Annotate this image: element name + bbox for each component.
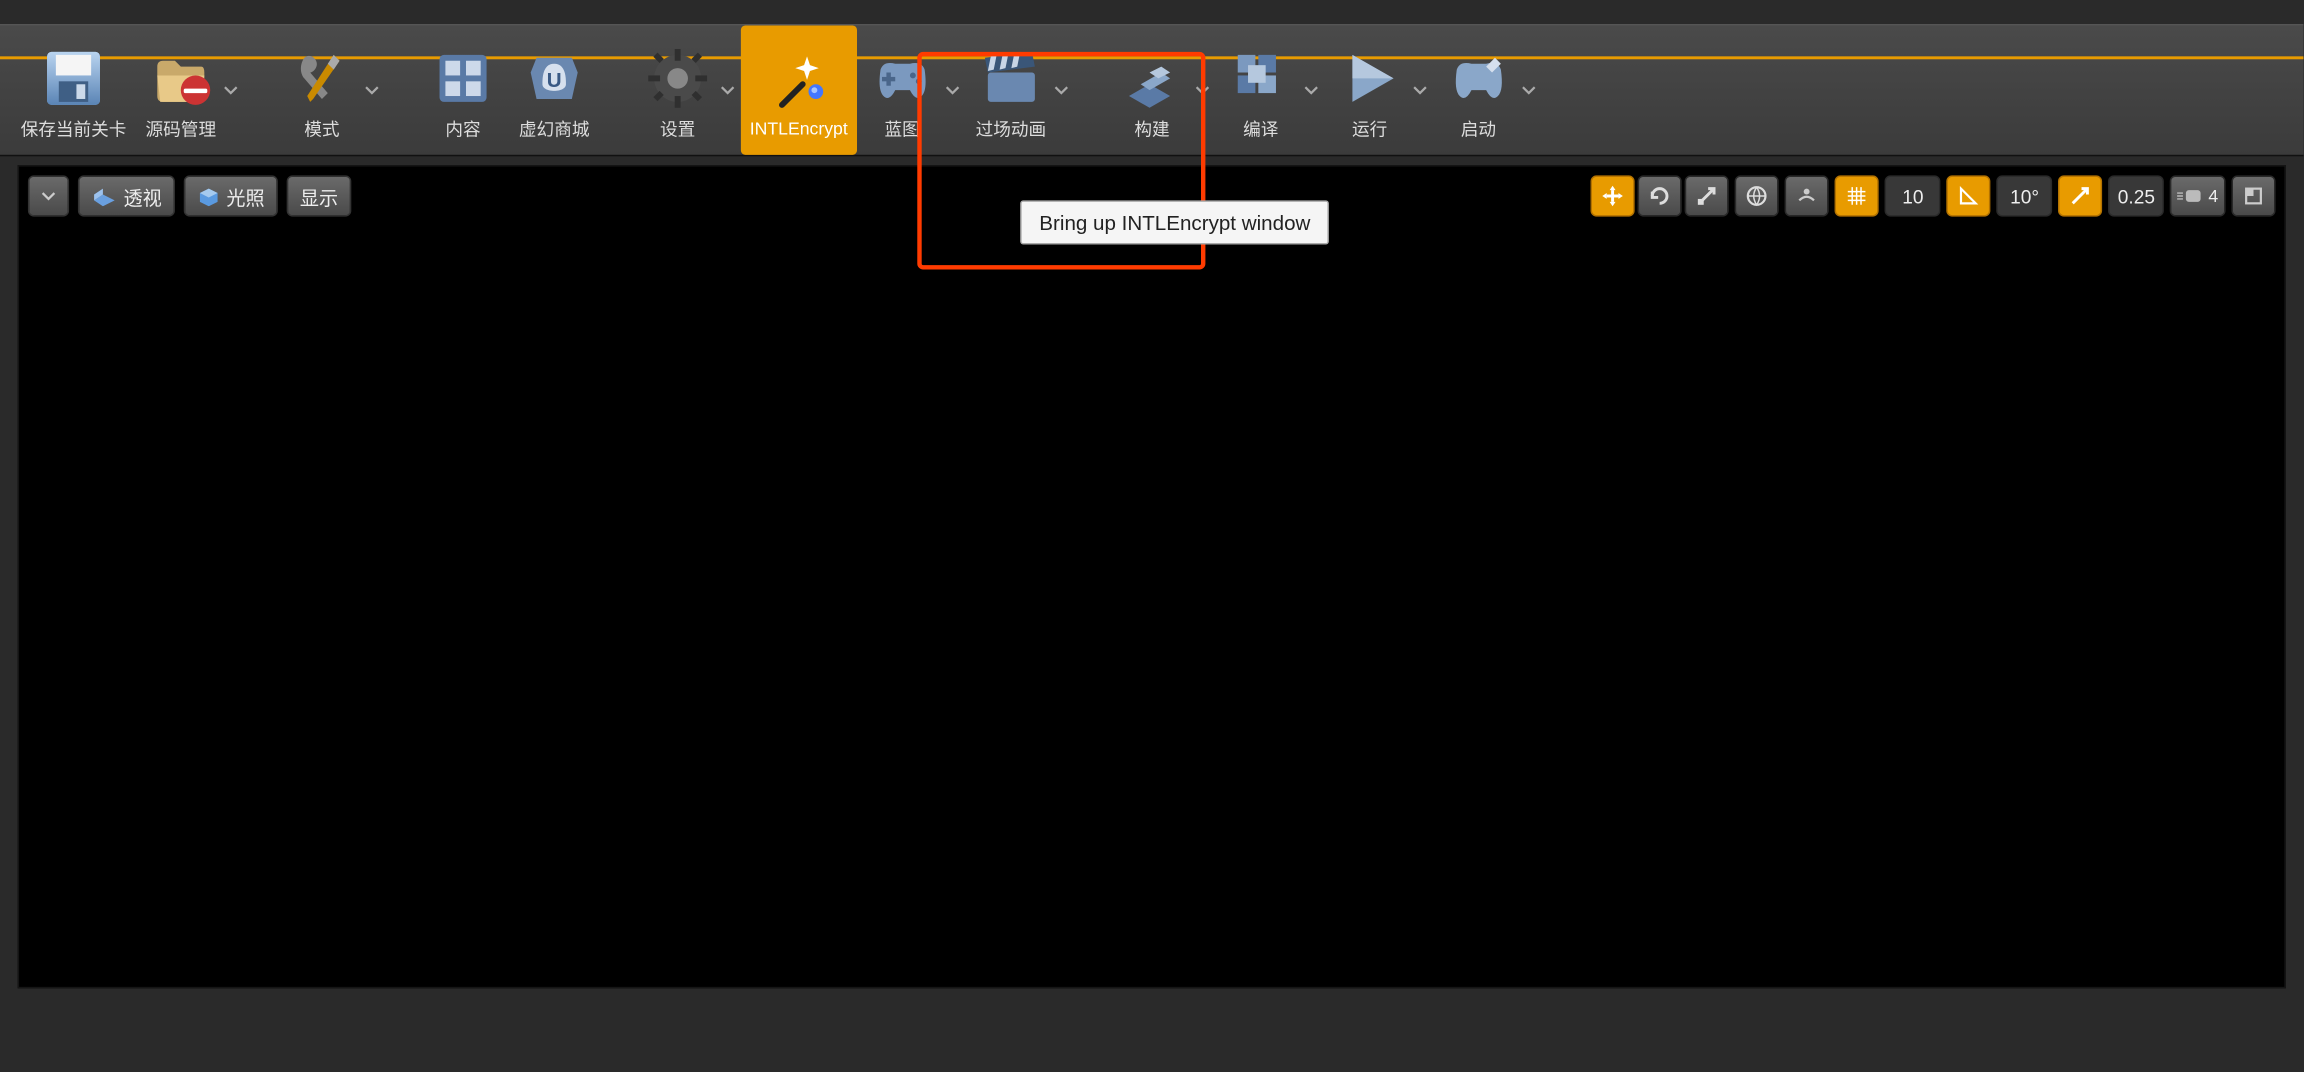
angle-snap-value[interactable]: 10° [1997,175,2053,216]
transform-translate-button[interactable] [1591,175,1635,216]
view-mode-dropdown[interactable]: 光照 [184,175,278,216]
grid-icon [1845,184,1869,208]
camera-speed-icon [2178,186,2204,207]
toolbar-label: 启动 [1461,116,1496,141]
save-level-button[interactable]: 保存当前关卡 [12,25,136,154]
perspective-icon [91,186,117,207]
viewport-right-toolbar: 10 10° 0.25 4 [1591,175,2276,216]
cinematics-button[interactable]: 过场动画 [965,25,1056,154]
toolbar-label: 蓝图 [884,116,919,141]
source-control-icon [144,42,218,113]
toolbar-label: 模式 [304,116,339,141]
toolbar-label: INTLEncrypt [750,118,848,139]
tooltip: Bring up INTLEncrypt window [1020,200,1329,244]
modes-button[interactable]: 模式 [276,25,367,154]
build-button[interactable]: 构建 [1106,25,1197,154]
rotate-icon [1648,184,1672,208]
marketplace-icon: U [517,42,591,113]
camera-speed-button[interactable]: 4 [2170,175,2225,216]
toolbar-label: 编译 [1243,116,1278,141]
viewport-left-toolbar: 透视 光照 显示 [28,175,351,216]
main-toolbar: 保存当前关卡 源码管理 模式 [0,24,2303,156]
scale-snap-value[interactable]: 0.25 [2108,175,2164,216]
play-button[interactable]: 运行 [1324,25,1415,154]
perspective-dropdown[interactable]: 透视 [78,175,175,216]
play-icon [1333,42,1407,113]
toolbar-label: 构建 [1134,116,1169,141]
level-viewport[interactable]: 透视 光照 显示 [18,165,2286,988]
toolbar-label: 保存当前关卡 [21,116,127,141]
grid-snap-toggle[interactable] [1835,175,1879,216]
toolbar-label: 虚幻商城 [519,116,590,141]
move-icon [1601,184,1625,208]
angle-snap-toggle[interactable] [1947,175,1991,216]
transform-rotate-button[interactable] [1638,175,1682,216]
build-icon [1115,42,1189,113]
toolbar-label: 设置 [660,116,695,141]
scale-snap-icon [2069,184,2093,208]
clapperboard-icon [974,42,1048,113]
surface-snap-toggle[interactable] [1785,175,1829,216]
save-icon [37,42,111,113]
scale-snap-toggle[interactable] [2058,175,2102,216]
coordinate-system-toggle[interactable] [1735,175,1779,216]
viewport-options-dropdown[interactable] [28,175,69,216]
maximize-icon [2243,186,2264,207]
launch-button[interactable]: 启动 [1433,25,1524,154]
gear-icon [641,42,715,113]
show-dropdown[interactable]: 显示 [287,175,352,216]
surface-snap-icon [1795,184,1819,208]
blocks-icon [1224,42,1298,113]
toolbar-label: 源码管理 [146,116,217,141]
magic-wand-icon [762,45,836,116]
content-browser-button[interactable]: 内容 [418,25,509,154]
gamepad-launch-icon [1442,42,1516,113]
toolbar-label: 过场动画 [976,116,1047,141]
view-mode-label: 光照 [226,182,264,210]
tools-icon [285,42,359,113]
toolbar-label: 运行 [1352,116,1387,141]
toolbar-label: 内容 [445,116,480,141]
marketplace-button[interactable]: U 虚幻商城 [509,25,600,154]
show-label: 显示 [300,182,338,210]
perspective-label: 透视 [123,182,161,210]
grid-snap-value[interactable]: 10 [1885,175,1941,216]
svg-text:U: U [547,68,562,91]
blueprints-button[interactable]: 蓝图 [857,25,948,154]
intlencrypt-button[interactable]: INTLEncrypt [741,25,857,154]
angle-icon [1957,184,1981,208]
globe-icon [1745,184,1769,208]
compile-button[interactable]: 编译 [1215,25,1306,154]
cube-lit-icon [197,186,221,207]
transform-scale-button[interactable] [1685,175,1729,216]
gamepad-icon [865,42,939,113]
settings-button[interactable]: 设置 [632,25,723,154]
maximize-viewport-button[interactable] [2231,175,2275,216]
scale-icon [1695,184,1719,208]
source-control-button[interactable]: 源码管理 [135,25,226,154]
content-icon [426,42,500,113]
